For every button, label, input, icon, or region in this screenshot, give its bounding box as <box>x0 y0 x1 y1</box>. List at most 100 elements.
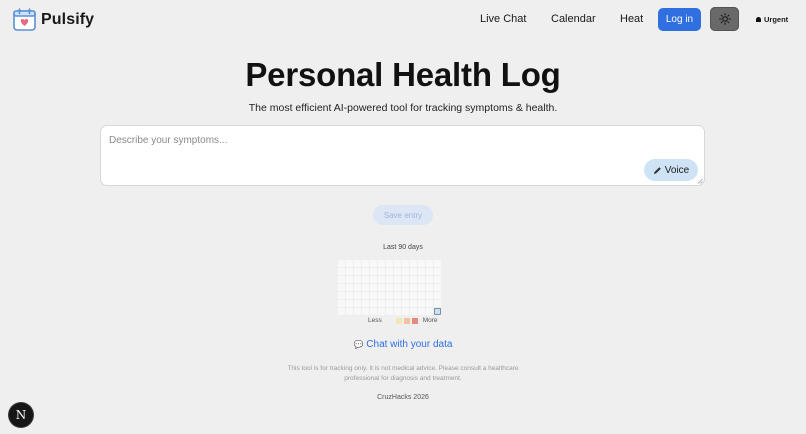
heatmap-cell[interactable] <box>418 308 425 315</box>
heatmap-cell[interactable] <box>346 268 353 275</box>
heatmap-cell[interactable] <box>410 300 417 307</box>
heatmap-cell[interactable] <box>362 284 369 291</box>
heatmap-cell[interactable] <box>410 292 417 299</box>
resize-handle-icon[interactable] <box>697 178 703 184</box>
heatmap-cell[interactable] <box>370 300 377 307</box>
heatmap-cell[interactable] <box>386 260 393 267</box>
urgent-link[interactable]: Urgent <box>755 15 788 24</box>
heatmap-cell[interactable] <box>402 300 409 307</box>
heatmap-cell[interactable] <box>346 276 353 283</box>
heatmap-cell[interactable] <box>346 300 353 307</box>
heatmap-cell[interactable] <box>394 292 401 299</box>
heatmap-cell[interactable] <box>354 284 361 291</box>
heatmap-cell[interactable] <box>378 284 385 291</box>
heatmap-cell[interactable] <box>370 308 377 315</box>
heatmap-cell[interactable] <box>418 284 425 291</box>
heatmap-cell[interactable] <box>338 292 345 299</box>
heatmap-cell[interactable] <box>362 308 369 315</box>
heatmap-cell[interactable] <box>426 268 433 275</box>
dev-tools-badge[interactable]: N <box>9 403 33 427</box>
heatmap-cell[interactable] <box>370 260 377 267</box>
heatmap-cell[interactable] <box>386 268 393 275</box>
heatmap-cell[interactable] <box>410 284 417 291</box>
heatmap-cell[interactable] <box>402 308 409 315</box>
heatmap-cell[interactable] <box>418 268 425 275</box>
heatmap-cell[interactable] <box>354 300 361 307</box>
heatmap-cell[interactable] <box>378 268 385 275</box>
heatmap-cell[interactable] <box>426 300 433 307</box>
symptom-input[interactable]: Describe your symptoms... Voice <box>100 125 705 186</box>
heatmap-cell[interactable] <box>434 268 441 275</box>
heatmap-cell[interactable] <box>386 308 393 315</box>
heatmap-cell[interactable] <box>346 260 353 267</box>
heatmap-cell[interactable] <box>394 284 401 291</box>
heatmap-cell[interactable] <box>402 260 409 267</box>
heatmap-cell[interactable] <box>354 308 361 315</box>
heatmap-cell[interactable] <box>426 292 433 299</box>
heatmap-cell[interactable] <box>378 276 385 283</box>
voice-button[interactable]: Voice <box>644 159 698 181</box>
heatmap-cell[interactable] <box>338 260 345 267</box>
heatmap-cell[interactable] <box>394 300 401 307</box>
heatmap-cell[interactable] <box>378 292 385 299</box>
heatmap-cell[interactable] <box>378 308 385 315</box>
heatmap-cell[interactable] <box>370 268 377 275</box>
heatmap-cell[interactable] <box>434 308 441 315</box>
heatmap-cell[interactable] <box>426 284 433 291</box>
heatmap-cell[interactable] <box>394 260 401 267</box>
heatmap-cell[interactable] <box>426 260 433 267</box>
heatmap-cell[interactable] <box>426 276 433 283</box>
heatmap-cell[interactable] <box>434 284 441 291</box>
heatmap-cell[interactable] <box>362 276 369 283</box>
nav-calendar[interactable]: Calendar <box>551 13 596 25</box>
heatmap-cell[interactable] <box>386 292 393 299</box>
heatmap-cell[interactable] <box>370 292 377 299</box>
heatmap-cell[interactable] <box>402 268 409 275</box>
heatmap-cell[interactable] <box>386 300 393 307</box>
login-button[interactable]: Log in <box>658 8 701 31</box>
heatmap-cell[interactable] <box>362 300 369 307</box>
heatmap-cell[interactable] <box>362 292 369 299</box>
heatmap-cell[interactable] <box>370 284 377 291</box>
heatmap-cell[interactable] <box>410 276 417 283</box>
heatmap-cell[interactable] <box>418 300 425 307</box>
heatmap-cell[interactable] <box>386 276 393 283</box>
heatmap-cell[interactable] <box>418 292 425 299</box>
heatmap-cell[interactable] <box>346 292 353 299</box>
heatmap-cell[interactable] <box>354 292 361 299</box>
heatmap-cell[interactable] <box>394 268 401 275</box>
heatmap-cell[interactable] <box>346 308 353 315</box>
chat-with-data-link[interactable]: 💬 Chat with your data <box>0 339 806 350</box>
heatmap-cell[interactable] <box>434 260 441 267</box>
nav-live-chat[interactable]: Live Chat <box>480 13 526 25</box>
brand[interactable]: Pulsify <box>12 7 94 32</box>
heatmap-cell[interactable] <box>434 276 441 283</box>
nav-heat[interactable]: Heat <box>620 13 643 25</box>
heatmap-cell[interactable] <box>370 276 377 283</box>
heatmap-cell[interactable] <box>362 268 369 275</box>
heatmap-cell[interactable] <box>354 276 361 283</box>
heatmap-cell[interactable] <box>362 260 369 267</box>
heatmap-cell[interactable] <box>418 276 425 283</box>
heatmap-cell[interactable] <box>434 292 441 299</box>
heatmap-cell[interactable] <box>426 308 433 315</box>
heatmap-cell[interactable] <box>402 276 409 283</box>
heatmap-cell[interactable] <box>402 292 409 299</box>
heatmap-cell[interactable] <box>346 284 353 291</box>
heatmap-cell[interactable] <box>434 300 441 307</box>
heatmap-cell[interactable] <box>378 260 385 267</box>
heatmap-cell[interactable] <box>410 260 417 267</box>
heatmap-cell[interactable] <box>338 284 345 291</box>
theme-toggle-button[interactable] <box>710 7 739 31</box>
heatmap-cell[interactable] <box>410 268 417 275</box>
heatmap-cell[interactable] <box>402 284 409 291</box>
heatmap-cell[interactable] <box>338 276 345 283</box>
heatmap-cell[interactable] <box>354 268 361 275</box>
heatmap-cell[interactable] <box>378 300 385 307</box>
heatmap-cell[interactable] <box>338 268 345 275</box>
heatmap-cell[interactable] <box>338 308 345 315</box>
heatmap-cell[interactable] <box>394 276 401 283</box>
heatmap-cell[interactable] <box>354 260 361 267</box>
heatmap-cell[interactable] <box>418 260 425 267</box>
save-entry-button[interactable]: Save entry <box>373 205 433 225</box>
